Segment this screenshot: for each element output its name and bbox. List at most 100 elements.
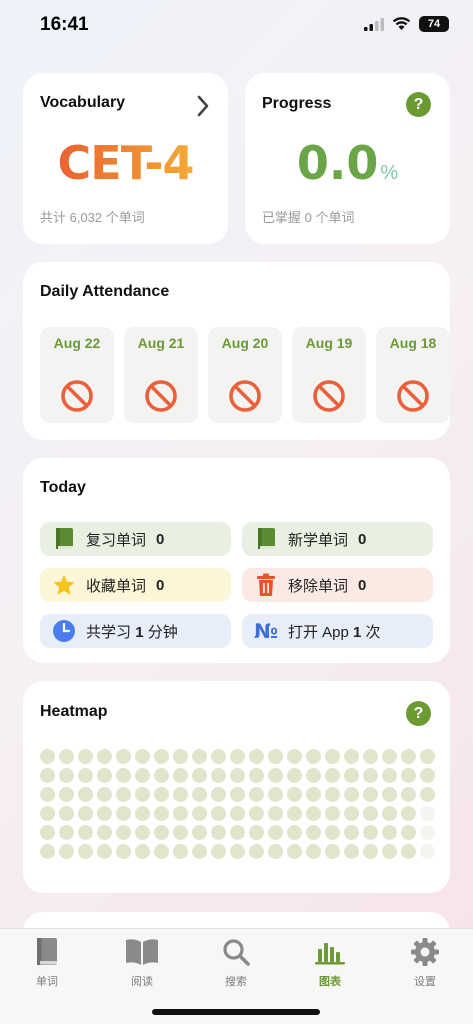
heatmap-cell <box>59 806 74 821</box>
heatmap-cell <box>78 768 93 783</box>
heatmap-cell <box>325 825 340 840</box>
heatmap-cell <box>59 749 74 764</box>
heatmap-cell <box>268 749 283 764</box>
heatmap-cell <box>344 787 359 802</box>
heatmap-cell <box>306 806 321 821</box>
heatmap-cell <box>116 825 131 840</box>
heatmap-cell <box>420 844 435 859</box>
chevron-right-icon[interactable] <box>196 95 210 117</box>
heatmap-cell <box>173 749 188 764</box>
gear-icon <box>390 937 460 967</box>
heatmap-cell <box>401 844 416 859</box>
heatmap-cell <box>230 787 245 802</box>
heatmap-cell <box>382 787 397 802</box>
heatmap-cell <box>211 825 226 840</box>
attendance-days[interactable]: Aug 22 Aug 21 Aug 20 Aug 19 Aug 18 <box>40 327 450 423</box>
heatmap-cell <box>344 768 359 783</box>
attendance-day: Aug 20 <box>208 327 282 423</box>
heatmap-cell <box>420 806 435 821</box>
favorite-words-stat[interactable]: 收藏单词 0 <box>40 568 231 602</box>
progress-help-button[interactable]: ? <box>406 92 431 117</box>
search-icon <box>201 937 271 967</box>
attendance-card: Daily Attendance Aug 22 Aug 21 Aug 20 Au… <box>23 262 450 440</box>
tab-search[interactable]: 搜索 <box>201 937 271 989</box>
heatmap-cell <box>420 749 435 764</box>
attendance-day-label: Aug 22 <box>53 335 101 351</box>
heatmap-cell <box>116 806 131 821</box>
heatmap-cell <box>344 749 359 764</box>
heatmap-cell <box>420 825 435 840</box>
tab-settings[interactable]: 设置 <box>390 937 460 989</box>
heatmap-cell <box>78 825 93 840</box>
question-mark-icon: ? <box>413 704 424 722</box>
heatmap-cell <box>78 844 93 859</box>
heatmap-cell <box>249 768 264 783</box>
heatmap-cell <box>344 844 359 859</box>
attendance-day-label: Aug 20 <box>221 335 269 351</box>
heatmap-cell <box>40 825 55 840</box>
heatmap-cell <box>401 806 416 821</box>
heatmap-cell <box>135 825 150 840</box>
chart-icon <box>295 937 365 967</box>
heatmap-cell <box>154 749 169 764</box>
heatmap-cell <box>249 806 264 821</box>
heatmap-cell <box>40 787 55 802</box>
heatmap-cell <box>192 806 207 821</box>
study-time-stat[interactable]: 共学习 1 分钟 <box>40 614 231 648</box>
heatmap-cell <box>78 787 93 802</box>
heatmap-cell <box>40 749 55 764</box>
tab-label: 单词 <box>36 976 58 988</box>
open-book-icon <box>107 937 177 967</box>
heatmap-cell <box>135 844 150 859</box>
heatmap-cell <box>306 787 321 802</box>
favorite-words-count: 0 <box>156 576 165 594</box>
heatmap-cell <box>40 768 55 783</box>
heatmap-cell <box>192 787 207 802</box>
review-words-stat[interactable]: 复习单词 0 <box>40 522 231 556</box>
new-words-stat[interactable]: 新学单词 0 <box>242 522 433 556</box>
heatmap-cell <box>401 749 416 764</box>
heatmap-cell <box>116 844 131 859</box>
progress-percent-sign: % <box>380 162 399 184</box>
trash-icon <box>254 573 278 597</box>
review-words-label: 复习单词 <box>86 531 147 549</box>
heatmap-cell <box>97 768 112 783</box>
heatmap-cell <box>116 787 131 802</box>
heatmap-cell <box>59 768 74 783</box>
prohibited-icon <box>313 380 345 412</box>
removed-words-stat[interactable]: 移除单词 0 <box>242 568 433 602</box>
heatmap-cell <box>135 768 150 783</box>
heatmap-cell <box>173 806 188 821</box>
heatmap-cell <box>325 844 340 859</box>
heatmap-cell <box>173 844 188 859</box>
heatmap-cell <box>382 825 397 840</box>
tab-words[interactable]: 单词 <box>12 937 82 989</box>
app-opens-stat[interactable]: № 打开 App 1 次 <box>242 614 433 648</box>
vocabulary-card[interactable]: Vocabulary CET-4 共计 6,032 个单词 <box>23 73 228 244</box>
new-words-count: 0 <box>358 530 367 548</box>
tab-reading[interactable]: 阅读 <box>107 937 177 989</box>
heatmap-cell <box>268 787 283 802</box>
heatmap-cell <box>40 806 55 821</box>
star-icon <box>52 573 76 597</box>
heatmap-cell <box>268 825 283 840</box>
heatmap-cell <box>306 825 321 840</box>
attendance-day-label: Aug 19 <box>305 335 353 351</box>
heatmap-cell <box>154 825 169 840</box>
wifi-icon <box>392 17 411 30</box>
tab-charts[interactable]: 图表 <box>295 937 365 989</box>
heatmap-title: Heatmap <box>40 703 108 720</box>
heatmap-cell <box>325 787 340 802</box>
heatmap-cell <box>420 768 435 783</box>
heatmap-help-button[interactable]: ? <box>406 701 431 726</box>
attendance-title: Daily Attendance <box>40 283 170 300</box>
progress-value: 0.0% <box>245 136 450 190</box>
heatmap-cell <box>420 787 435 802</box>
heatmap-card: Heatmap ? <box>23 681 450 893</box>
heatmap-cell <box>382 806 397 821</box>
removed-words-label: 移除单词 <box>288 577 349 595</box>
vocabulary-total: 共计 6,032 个单词 <box>40 210 145 225</box>
heatmap-cell <box>344 825 359 840</box>
heatmap-cell <box>363 787 378 802</box>
heatmap-cell <box>230 825 245 840</box>
